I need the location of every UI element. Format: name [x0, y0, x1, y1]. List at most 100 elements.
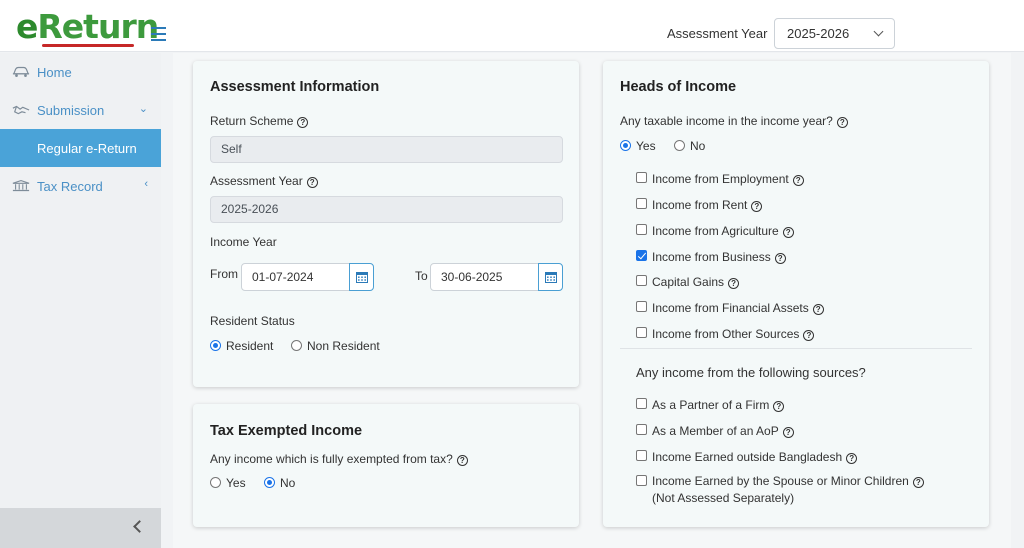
assessment-year-select[interactable]: 2025-2026 [774, 18, 895, 49]
logo-e: e [16, 7, 38, 46]
taxable-income-no-radio[interactable] [674, 140, 685, 151]
income-from-business-checkbox[interactable] [636, 250, 647, 261]
sidebar-item-label: Home [37, 64, 72, 80]
return-scheme-field: Self [210, 136, 563, 163]
member-of-aop-checkbox[interactable] [636, 424, 647, 435]
car-icon [12, 66, 30, 77]
income-outside-bangladesh-checkbox[interactable] [636, 450, 647, 461]
from-calendar-button[interactable] [349, 263, 374, 291]
income-year-label: Income Year [210, 235, 277, 249]
tax-exempted-yes-radio[interactable] [210, 477, 221, 488]
member-of-aop-label: As a Member of an AoP? [652, 424, 794, 438]
calendar-icon [356, 272, 368, 283]
card-title: Heads of Income [620, 79, 737, 95]
return-scheme-label: Return Scheme? [210, 114, 309, 128]
help-icon[interactable]: ? [912, 477, 924, 488]
help-icon[interactable]: ? [751, 201, 763, 212]
capital-gains-label: Capital Gains? [652, 275, 740, 289]
sidebar-item-submission[interactable]: Submission ⌄ [0, 91, 161, 129]
chevron-down-icon: ⌄ [138, 103, 148, 115]
income-outside-bangladesh-label: Income Earned outside Bangladesh? [652, 450, 858, 464]
partner-of-firm-label: As a Partner of a Firm? [652, 398, 785, 412]
sidebar-item-label: Tax Record [37, 178, 103, 194]
sidebar-item-label: Submission [37, 102, 105, 118]
bank-icon [12, 180, 30, 192]
assessment-year-field-label: Assessment Year? [210, 174, 318, 188]
tax-exempted-yes-label: Yes [226, 476, 246, 490]
ereturn-logo[interactable]: eReturn [16, 7, 159, 46]
main-content: Assessment Information Return Scheme? Se… [173, 53, 1011, 548]
resident-option-label: Resident [226, 339, 274, 353]
income-from-rent-label: Income from Rent? [652, 198, 763, 212]
help-icon[interactable]: ? [803, 330, 815, 341]
sidebar-item-home[interactable]: Home [0, 53, 161, 91]
income-from-other-sources-label: Income from Other Sources? [652, 327, 815, 341]
income-from-agriculture-label: Income from Agriculture? [652, 224, 794, 238]
help-icon[interactable]: ? [306, 177, 318, 188]
assessment-information-card: Assessment Information Return Scheme? Se… [193, 61, 579, 387]
income-from-employment-label: Income from Employment? [652, 172, 804, 186]
sidebar-collapse-button[interactable] [0, 508, 161, 548]
help-icon[interactable]: ? [846, 453, 858, 464]
handshake-icon [12, 105, 30, 115]
non-resident-option-label: Non Resident [307, 339, 380, 353]
assessment-year-field: 2025-2026 [210, 196, 563, 223]
logo-underline [42, 44, 134, 47]
resident-radio[interactable] [210, 340, 221, 351]
section-divider [620, 348, 972, 349]
income-from-business-label: Income from Business? [652, 250, 786, 264]
spouse-minor-children-checkbox[interactable] [636, 475, 647, 486]
taxable-income-yes-label: Yes [636, 139, 656, 153]
taxable-income-yes-radio[interactable] [620, 140, 631, 151]
tax-exempted-no-radio[interactable] [264, 477, 275, 488]
from-label: From [210, 267, 238, 281]
tax-exempted-income-card: Tax Exempted Income Any income which is … [193, 404, 579, 527]
card-title: Assessment Information [210, 79, 380, 95]
from-date-input[interactable]: 01-07-2024 [241, 263, 350, 291]
resident-status-label: Resident Status [210, 314, 295, 328]
help-icon[interactable]: ? [774, 253, 786, 264]
chevron-left-icon: ‹ [144, 178, 148, 190]
tax-exempted-no-label: No [280, 476, 296, 490]
capital-gains-checkbox[interactable] [636, 275, 647, 286]
spouse-minor-children-label: Income Earned by the Spouse or Minor Chi… [652, 474, 924, 488]
assessment-year-selected: 2025-2026 [787, 26, 850, 41]
sidebar-item-label: Regular e-Return [37, 140, 137, 156]
income-from-agriculture-checkbox[interactable] [636, 224, 647, 235]
income-from-other-sources-checkbox[interactable] [636, 327, 647, 338]
partner-of-firm-checkbox[interactable] [636, 398, 647, 409]
income-from-financial-assets-label: Income from Financial Assets? [652, 301, 824, 315]
help-icon[interactable]: ? [773, 401, 785, 412]
to-calendar-button[interactable] [538, 263, 563, 291]
help-icon[interactable]: ? [782, 227, 794, 238]
help-icon[interactable]: ? [812, 304, 824, 315]
card-title: Tax Exempted Income [210, 423, 363, 439]
other-sources-question: Any income from the following sources? [636, 365, 866, 380]
help-icon[interactable]: ? [456, 455, 468, 466]
calendar-icon [545, 272, 557, 283]
chevron-down-icon [873, 26, 884, 37]
income-from-employment-checkbox[interactable] [636, 172, 647, 183]
income-from-financial-assets-checkbox[interactable] [636, 301, 647, 312]
help-icon[interactable]: ? [836, 117, 848, 128]
to-label: To [415, 269, 428, 283]
hamburger-menu-icon[interactable] [151, 27, 166, 45]
help-icon[interactable]: ? [728, 278, 740, 289]
non-resident-radio[interactable] [291, 340, 302, 351]
taxable-income-no-label: No [690, 139, 706, 153]
help-icon[interactable]: ? [782, 427, 794, 438]
heads-of-income-card: Heads of Income Any taxable income in th… [603, 61, 989, 527]
help-icon[interactable]: ? [297, 117, 309, 128]
taxable-income-question: Any taxable income in the income year?? [620, 114, 848, 128]
help-icon[interactable]: ? [792, 175, 804, 186]
assessment-year-label: Assessment Year [667, 26, 768, 41]
to-date-input[interactable]: 30-06-2025 [430, 263, 539, 291]
tax-exempted-question: Any income which is fully exempted from … [210, 452, 468, 466]
income-from-rent-checkbox[interactable] [636, 198, 647, 209]
spouse-minor-children-note: (Not Assessed Separately) [652, 491, 795, 505]
sidebar: Home Submission ⌄ Regular e-Return Tax R… [0, 53, 161, 548]
sidebar-item-regular-e-return[interactable]: Regular e-Return [0, 129, 161, 167]
logo-return: Return [37, 7, 159, 46]
chevron-left-icon [133, 520, 146, 533]
sidebar-item-tax-record[interactable]: Tax Record ‹ [0, 167, 161, 205]
